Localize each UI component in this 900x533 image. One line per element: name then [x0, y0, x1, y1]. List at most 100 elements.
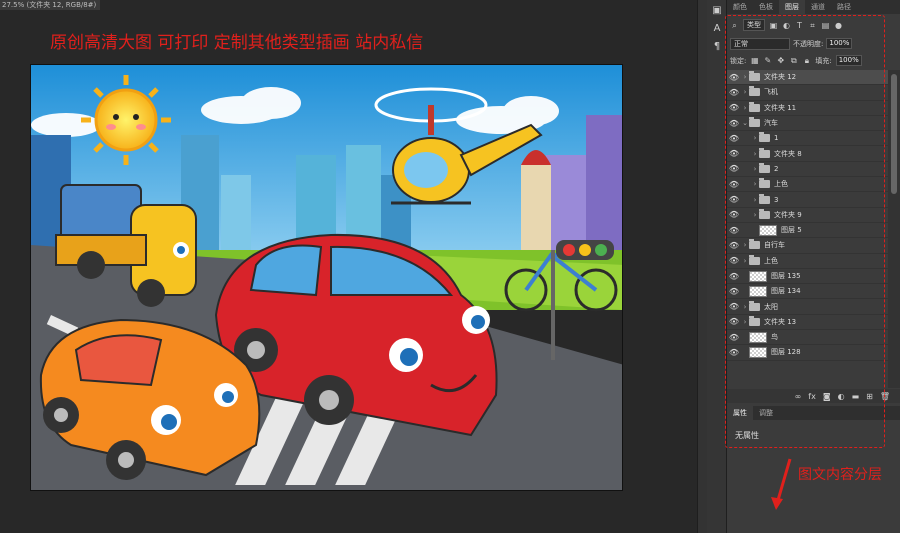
layer-thumbnail[interactable]: [749, 285, 767, 297]
chevron-right-icon[interactable]: ›: [741, 88, 749, 96]
chevron-right-icon[interactable]: ›: [741, 303, 749, 311]
layer-group-row[interactable]: 👁︎ › 自行车: [727, 238, 888, 254]
layer-name[interactable]: 文件夹 12: [764, 72, 796, 82]
layer-name[interactable]: 自行车: [764, 240, 785, 250]
new-layer-icon[interactable]: ⊞: [866, 392, 873, 401]
layer-thumbnail[interactable]: [749, 346, 767, 358]
chevron-right-icon[interactable]: ›: [741, 104, 749, 112]
layer-name[interactable]: 图层 135: [771, 271, 801, 281]
layer-name[interactable]: 上色: [774, 179, 788, 189]
layer-group-row[interactable]: 👁︎ › 太阳: [727, 299, 888, 315]
layer-thumbnail[interactable]: [749, 270, 767, 282]
eye-icon[interactable]: 👁︎: [727, 210, 741, 219]
fx-icon[interactable]: fx: [808, 392, 816, 401]
layer-group-row[interactable]: 👁︎ › 上色: [727, 254, 888, 269]
panel-tab[interactable]: 色板: [753, 0, 779, 14]
scrollbar-thumb[interactable]: [891, 74, 897, 194]
chevron-right-icon[interactable]: ›: [751, 150, 759, 158]
panel-tab[interactable]: 图层: [779, 0, 805, 14]
layer-name[interactable]: 飞机: [764, 87, 778, 97]
layer-group-row[interactable]: 👁︎ › 文件夹 11: [727, 101, 888, 116]
layer-name[interactable]: 2: [774, 165, 778, 173]
layer-group-row[interactable]: 👁︎ › 文件夹 9: [727, 208, 888, 223]
eye-icon[interactable]: 👁︎: [727, 164, 741, 173]
layer-group-row[interactable]: 👁︎ ⌄ 汽车: [727, 116, 888, 132]
layer-row[interactable]: 👁︎ 图层 5: [727, 223, 888, 239]
layer-thumbnail[interactable]: [759, 224, 777, 236]
eye-icon[interactable]: 👁︎: [727, 88, 741, 97]
layer-name[interactable]: 图层 5: [781, 225, 802, 235]
eye-icon[interactable]: 👁︎: [727, 73, 741, 82]
chevron-right-icon[interactable]: ›: [741, 318, 749, 326]
tab-properties[interactable]: 属性: [727, 406, 753, 420]
chevron-right-icon[interactable]: ›: [741, 257, 749, 265]
layer-row[interactable]: 👁︎ 图层 128: [727, 345, 888, 361]
chevron-down-icon[interactable]: ⌄: [741, 119, 749, 127]
new-group-icon[interactable]: ▬: [852, 392, 860, 401]
layer-row[interactable]: 👁︎ 图层 134: [727, 284, 888, 300]
eye-icon[interactable]: 👁︎: [727, 287, 741, 296]
eye-icon[interactable]: 👁︎: [727, 256, 741, 265]
eye-icon[interactable]: 👁︎: [727, 103, 741, 112]
eye-icon[interactable]: 👁︎: [727, 333, 741, 342]
chevron-right-icon[interactable]: ›: [741, 241, 749, 249]
layer-group-row[interactable]: 👁︎ › 3: [727, 192, 888, 208]
eye-icon[interactable]: 👁︎: [727, 241, 741, 250]
chevron-right-icon[interactable]: ›: [741, 73, 749, 81]
layer-group-row[interactable]: 👁︎ › 飞机: [727, 85, 888, 101]
panel-collapse-strip[interactable]: [697, 0, 707, 533]
layer-name[interactable]: 汽车: [764, 118, 778, 128]
layer-list-scrollbar[interactable]: [888, 70, 900, 388]
lock-pixels-icon[interactable]: ✎: [763, 56, 772, 65]
lock-transparency-icon[interactable]: ▦: [750, 56, 759, 65]
layer-group-row[interactable]: 👁︎ › 文件夹 12: [727, 70, 888, 86]
eye-icon[interactable]: 👁︎: [727, 317, 741, 326]
document-tab[interactable]: 27.5% (文件夹 12, RGB/8#): [0, 0, 100, 10]
chevron-right-icon[interactable]: ›: [751, 211, 759, 219]
mask-icon[interactable]: ◙: [823, 392, 831, 401]
panel-tab[interactable]: 颜色: [727, 0, 753, 14]
lock-position-icon[interactable]: ✥: [776, 56, 785, 65]
paragraph-icon[interactable]: ¶: [710, 40, 724, 54]
layer-name[interactable]: 文件夹 9: [774, 210, 802, 220]
layer-group-row[interactable]: 👁︎ › 1: [727, 131, 888, 147]
eye-icon[interactable]: 👁︎: [727, 134, 741, 143]
filter-kind-select[interactable]: 类型: [743, 19, 765, 31]
layer-name[interactable]: 图层 128: [771, 347, 801, 357]
trash-icon[interactable]: 🗑︎: [880, 392, 890, 401]
eye-icon[interactable]: 👁︎: [727, 348, 741, 357]
eye-icon[interactable]: 👁︎: [727, 226, 741, 235]
chevron-right-icon[interactable]: ›: [751, 180, 759, 188]
layer-thumbnail[interactable]: [749, 331, 767, 343]
layer-group-row[interactable]: 👁︎ › 2: [727, 162, 888, 178]
adjustment-filter-icon[interactable]: ◐: [782, 21, 791, 30]
layer-name[interactable]: 上色: [764, 256, 778, 266]
panel-tab[interactable]: 路径: [831, 0, 857, 14]
history-icon[interactable]: ▣: [710, 4, 724, 18]
link-icon[interactable]: ∞: [795, 392, 802, 401]
chevron-right-icon[interactable]: ›: [751, 134, 759, 142]
chevron-right-icon[interactable]: ›: [751, 165, 759, 173]
layer-group-row[interactable]: 👁︎ › 文件夹 13: [727, 315, 888, 331]
filter-toggle-icon[interactable]: ●: [834, 21, 843, 30]
layer-name[interactable]: 文件夹 11: [764, 103, 796, 113]
eye-icon[interactable]: 👁︎: [727, 119, 741, 128]
image-filter-icon[interactable]: ▣: [769, 21, 778, 30]
eye-icon[interactable]: 👁︎: [727, 195, 741, 204]
layer-name[interactable]: 图层 134: [771, 286, 801, 296]
layer-name[interactable]: 太阳: [764, 302, 778, 312]
layer-name[interactable]: 文件夹 8: [774, 149, 802, 159]
panel-tab[interactable]: 通道: [805, 0, 831, 14]
shape-filter-icon[interactable]: ⌗: [808, 21, 817, 30]
type-filter-icon[interactable]: T: [795, 21, 804, 30]
layer-group-row[interactable]: 👁︎ › 文件夹 8: [727, 146, 888, 162]
eye-icon[interactable]: 👁︎: [727, 302, 741, 311]
blend-mode-select[interactable]: 正常: [730, 37, 790, 50]
lock-icon[interactable]: 🔒︎: [802, 56, 811, 65]
layer-name[interactable]: 3: [774, 196, 778, 204]
chevron-right-icon[interactable]: ›: [751, 196, 759, 204]
adjustment-icon[interactable]: ◐: [838, 392, 845, 401]
layer-name[interactable]: 文件夹 13: [764, 317, 796, 327]
tab-adjustments[interactable]: 调整: [753, 406, 779, 420]
layer-row[interactable]: 👁︎ 图层 135: [727, 269, 888, 285]
